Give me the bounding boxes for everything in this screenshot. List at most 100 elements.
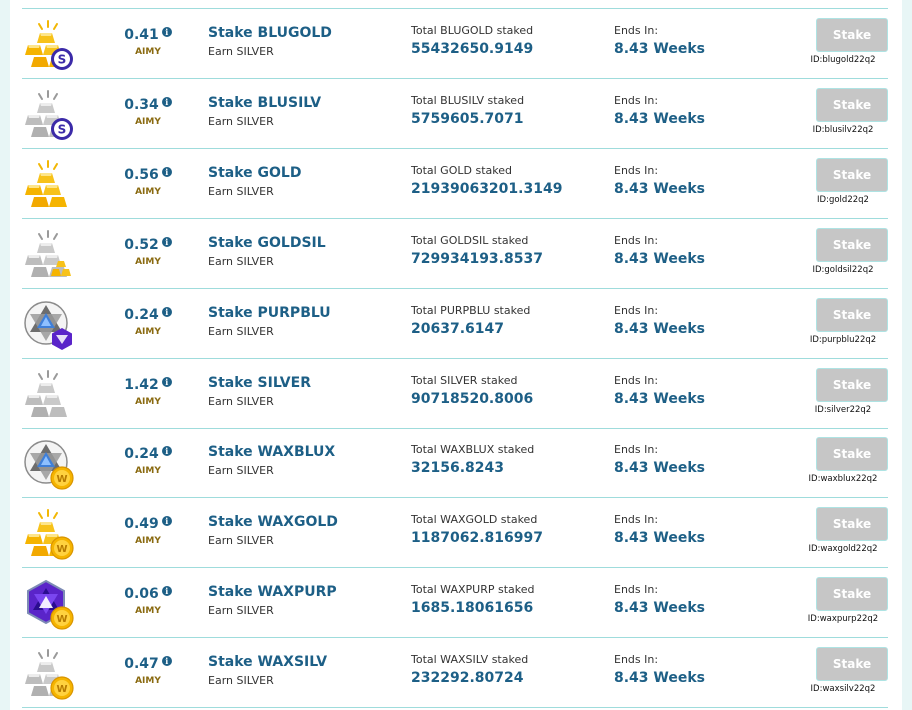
pool-id: ID:waxsilv22q2: [810, 684, 876, 695]
apr-unit: AIMY: [135, 676, 161, 687]
pool-row: W 0.49 i AIMY Stake WAXGOLD Earn SILVER T…: [22, 498, 888, 569]
gold-bars-icon: [22, 159, 74, 211]
total-staked-label: Total GOLD staked: [411, 163, 512, 177]
stake-button[interactable]: Stake: [816, 507, 888, 542]
pool-id: ID:purpblu22q2: [809, 334, 877, 345]
pool-row: W 0.47 i AIMY Stake WAXSILV Earn SILVER T…: [22, 638, 888, 709]
pool-title: Stake WAXPURP: [208, 584, 337, 601]
total-staked-label: Total SILVER staked: [411, 373, 518, 387]
total-staked-label: Total PURPBLU staked: [411, 303, 531, 317]
pool-id: ID:blusilv22q2: [812, 124, 874, 135]
total-staked-value: 232292.80724: [411, 670, 524, 687]
ends-in-label: Ends In:: [614, 373, 659, 387]
svg-text:W: W: [56, 684, 67, 695]
ends-in-label: Ends In:: [614, 303, 659, 317]
ends-in-value: 8.43 Weeks: [614, 180, 705, 197]
ends-in-label: Ends In:: [614, 443, 659, 457]
stake-button[interactable]: Stake: [816, 367, 888, 402]
stake-button[interactable]: Stake: [816, 577, 888, 612]
pool-id: ID:silver22q2: [814, 404, 872, 415]
info-icon[interactable]: i: [161, 306, 172, 317]
total-staked-label: Total BLUSILV staked: [411, 93, 525, 107]
total-staked-value: 20637.6147: [411, 320, 504, 337]
apr-block: 0.47 i AIMY: [118, 653, 178, 686]
info-icon[interactable]: i: [161, 516, 172, 527]
blue-coin-icon: S: [50, 117, 74, 145]
info-icon[interactable]: i: [161, 446, 172, 457]
earn-label: Earn SILVER: [208, 45, 274, 58]
apr-value: 0.52: [124, 236, 159, 253]
total-staked-label: Total WAXBLUX staked: [411, 443, 535, 457]
staking-pool-list: S 0.41 i AIMY Stake BLUGOLD Earn SILVER T…: [10, 0, 902, 710]
apr-value: 0.34: [124, 96, 159, 113]
total-staked-value: 21939063201.3149: [411, 180, 563, 197]
ends-in-value: 8.43 Weeks: [614, 600, 705, 617]
ends-in-label: Ends In:: [614, 24, 659, 37]
pool-row: W 0.24 i AIMY Stake WAXBLUX Earn SILVER T…: [22, 428, 888, 499]
ends-in-label: Ends In:: [614, 513, 659, 527]
pool-title: Stake WAXSILV: [208, 654, 328, 671]
total-staked-value: 32156.8243: [411, 460, 504, 477]
pool-title: Stake WAXBLUX: [208, 444, 336, 461]
gold-bars-icon: W: [22, 508, 74, 560]
earn-label: Earn SILVER: [208, 674, 274, 688]
silver-bars-icon: W: [22, 648, 74, 700]
pool-row: 0.24 i AIMY Stake PURPBLU Earn SILVER Tot…: [22, 289, 888, 359]
earn-label: Earn SILVER: [208, 184, 274, 198]
star-gem-icon: W: [22, 438, 74, 490]
total-staked-label: Total WAXSILV staked: [411, 653, 529, 667]
stake-button[interactable]: Stake: [816, 297, 888, 332]
ends-in-value: 8.43 Weeks: [614, 110, 705, 127]
apr-block: 0.41 i AIMY: [118, 24, 178, 57]
silver-bars-icon: [22, 229, 74, 281]
ends-in-value: 8.43 Weeks: [614, 390, 705, 407]
stake-button[interactable]: Stake: [816, 647, 888, 682]
earn-label: Earn SILVER: [208, 324, 274, 338]
silver-bars-icon: [22, 369, 74, 421]
apr-unit: AIMY: [135, 606, 161, 617]
stake-button[interactable]: Stake: [816, 87, 888, 122]
info-icon[interactable]: i: [161, 27, 172, 37]
total-staked-value: 55432650.9149: [411, 41, 534, 57]
ends-in-label: Ends In:: [614, 93, 659, 107]
apr-block: 0.52 i AIMY: [118, 234, 178, 267]
pool-row: S 0.34 i AIMY Stake BLUSILV Earn SILVER T…: [22, 79, 888, 149]
apr-unit: AIMY: [135, 326, 161, 337]
info-icon[interactable]: i: [161, 166, 172, 177]
info-icon[interactable]: i: [161, 656, 172, 667]
apr-block: 0.24 i AIMY: [118, 443, 178, 476]
stake-button[interactable]: Stake: [816, 437, 888, 472]
pool-row: 0.52 i AIMY Stake GOLDSIL Earn SILVER Tot…: [22, 219, 888, 289]
pool-title: Stake GOLDSIL: [208, 234, 326, 251]
apr-value: 0.56: [124, 166, 159, 183]
stake-button[interactable]: Stake: [816, 18, 888, 52]
ends-in-label: Ends In:: [614, 653, 659, 667]
info-icon[interactable]: i: [161, 96, 172, 107]
ends-in-label: Ends In:: [614, 233, 659, 247]
earn-label: Earn SILVER: [208, 534, 274, 548]
stake-button[interactable]: Stake: [816, 227, 888, 262]
svg-text:S: S: [58, 122, 67, 136]
apr-value: 0.41: [124, 27, 159, 43]
pool-id: ID:waxgold22q2: [808, 544, 878, 555]
svg-text:S: S: [58, 53, 67, 67]
pool-id: ID:blugold22q2: [810, 55, 876, 65]
apr-value: 0.06: [124, 586, 159, 603]
total-staked-label: Total BLUGOLD staked: [411, 24, 534, 37]
pool-title: Stake WAXGOLD: [208, 514, 338, 531]
ends-in-value: 8.43 Weeks: [614, 460, 705, 477]
stake-button[interactable]: Stake: [816, 157, 888, 192]
apr-block: 0.24 i AIMY: [118, 304, 178, 337]
apr-value: 0.24: [124, 306, 159, 323]
silver-bars-icon: S: [22, 89, 74, 141]
pool-title: Stake GOLD: [208, 164, 302, 181]
apr-unit: AIMY: [135, 256, 161, 267]
apr-unit: AIMY: [135, 47, 161, 57]
info-icon[interactable]: i: [161, 376, 172, 387]
wax-coin-icon: W: [50, 606, 74, 634]
info-icon[interactable]: i: [161, 586, 172, 597]
info-icon[interactable]: i: [161, 236, 172, 247]
ends-in-value: 8.43 Weeks: [614, 530, 705, 547]
purple-gem-icon: W: [22, 578, 74, 630]
total-staked-label: Total WAXGOLD staked: [411, 513, 538, 527]
